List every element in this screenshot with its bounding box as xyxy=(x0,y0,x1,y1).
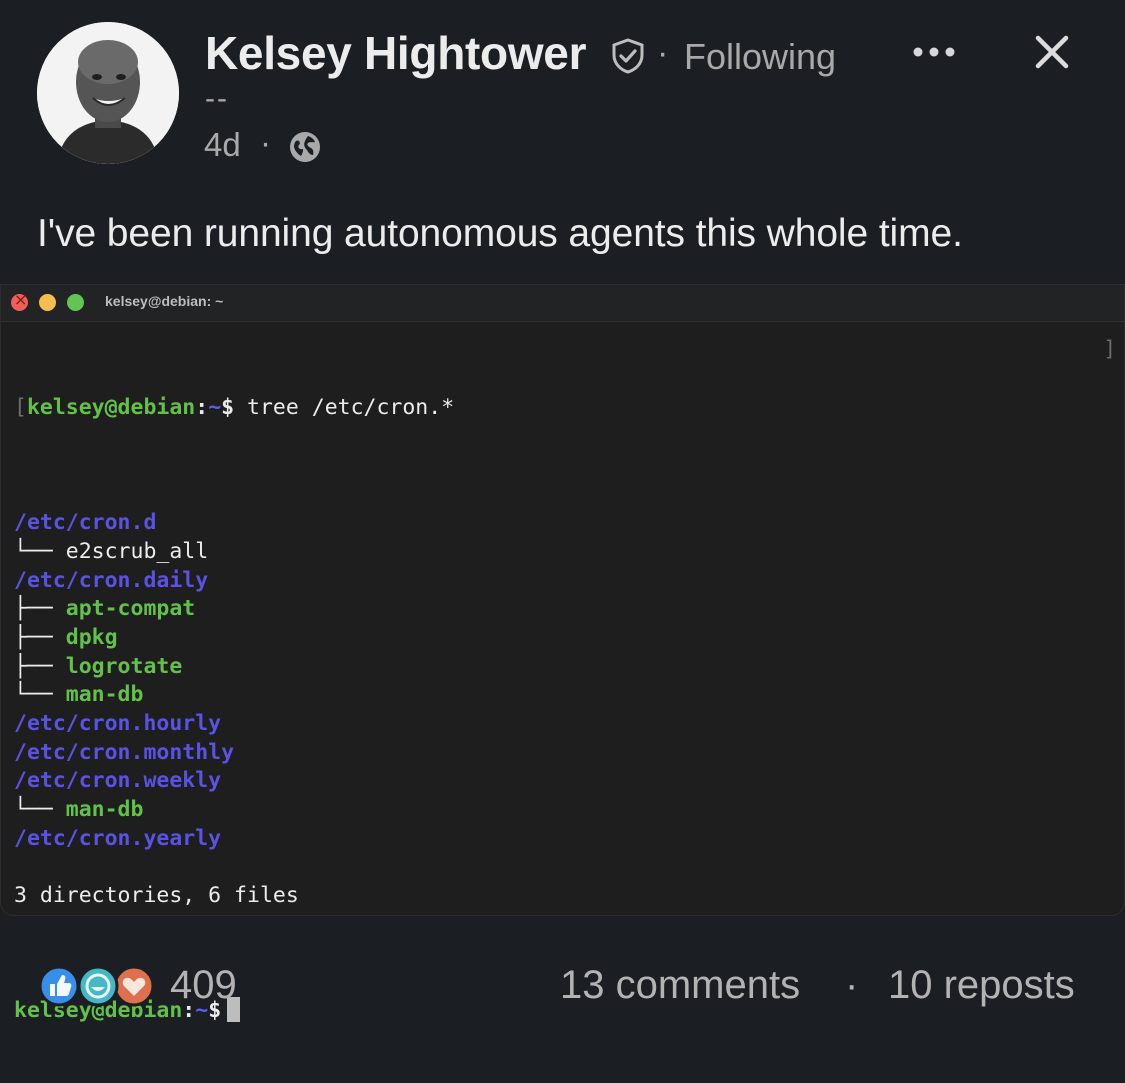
globe-icon xyxy=(290,132,320,162)
line-text: /etc/cron.yearly xyxy=(14,825,222,851)
file-line: ├── dpkg xyxy=(14,624,454,653)
command-line: [kelsey@debian:~$ tree /etc/cron.* xyxy=(14,394,454,423)
more-options-icon[interactable] xyxy=(912,46,956,58)
close-icon[interactable] xyxy=(1034,34,1070,70)
line-bracket-right: ] xyxy=(1103,337,1116,361)
line-text: apt-compat xyxy=(65,596,196,622)
directory-line: /etc/cron.d xyxy=(14,509,454,538)
directory-line: /etc/cron.monthly xyxy=(14,739,454,768)
post-header: Kelsey Hightower · Following -- 4d · xyxy=(0,0,1125,190)
terminal-titlebar: kelsey@debian: ~ xyxy=(1,285,1124,322)
avatar-photo xyxy=(37,22,179,164)
line-text: logrotate xyxy=(65,653,183,679)
post-timestamp: 4d xyxy=(204,126,241,163)
prompt-user: kelsey@debian xyxy=(26,395,196,421)
window-maximize-icon xyxy=(67,294,84,311)
line-text: /etc/cron.d xyxy=(14,510,157,536)
window-close-icon xyxy=(11,290,28,311)
terminal-title: kelsey@debian: ~ xyxy=(105,293,224,309)
funny-icon xyxy=(77,965,119,1007)
reposts-count[interactable]: 10 reposts xyxy=(888,963,1075,1008)
file-line: └── e2scrub_all xyxy=(14,538,454,567)
file-line: ├── apt-compat xyxy=(14,595,454,624)
tree-branch: └── xyxy=(14,682,66,708)
tree-branch: ├── xyxy=(14,653,66,679)
terminal-screenshot[interactable]: kelsey@debian: ~ [kelsey@debian:~$ tree … xyxy=(0,284,1125,1023)
timestamp-separator: · xyxy=(260,124,271,161)
prompt-symbol: $ xyxy=(221,395,235,421)
like-icon xyxy=(38,965,80,1007)
line-text: /etc/cron.monthly xyxy=(14,739,235,765)
prompt-path: ~ xyxy=(208,395,222,421)
line-text: 3 directories, 6 files xyxy=(14,883,299,909)
file-line: ├── logrotate xyxy=(14,653,454,682)
directory-line: /etc/cron.yearly xyxy=(14,825,454,854)
tree-branch: ├── xyxy=(14,596,66,622)
line-bracket: [ xyxy=(14,395,27,421)
post-text: I've been running autonomous agents this… xyxy=(37,212,963,255)
directory-line: /etc/cron.weekly xyxy=(14,767,454,796)
verified-shield-icon xyxy=(612,38,644,74)
follow-separator: · xyxy=(657,34,669,72)
line-text: /etc/cron.weekly xyxy=(14,768,222,794)
reaction-count[interactable]: 409 xyxy=(170,963,237,1008)
tree-branch: ├── xyxy=(14,624,66,650)
summary-line: 3 directories, 6 files xyxy=(14,882,454,911)
line-text: man-db xyxy=(65,682,144,708)
author-headline: -- xyxy=(205,82,229,115)
reaction-icons[interactable] xyxy=(38,965,158,1007)
author-name[interactable]: Kelsey Hightower xyxy=(205,26,587,80)
directory-line: /etc/cron.hourly xyxy=(14,710,454,739)
comments-count[interactable]: 13 comments xyxy=(560,963,800,1008)
line-text: dpkg xyxy=(65,624,118,650)
tree-branch: └── xyxy=(14,538,66,564)
window-minimize-icon xyxy=(39,294,56,311)
tree-branch: └── xyxy=(14,797,66,823)
line-text: /etc/cron.hourly xyxy=(14,711,222,737)
author-avatar[interactable] xyxy=(37,22,179,164)
prompt-separator: : xyxy=(195,395,209,421)
love-icon xyxy=(113,965,155,1007)
line-text: man-db xyxy=(65,797,144,823)
file-line: └── man-db xyxy=(14,796,454,825)
social-separator: · xyxy=(845,963,859,1007)
command-text: tree /etc/cron.* xyxy=(234,395,455,421)
line-text: /etc/cron.daily xyxy=(14,567,209,593)
directory-line: /etc/cron.daily xyxy=(14,567,454,596)
line-text: e2scrub_all xyxy=(65,538,209,564)
file-line: └── man-db xyxy=(14,681,454,710)
terminal-output-lines: /etc/cron.d └── e2scrub_all/etc/cron.dail… xyxy=(14,509,454,911)
follow-status[interactable]: Following xyxy=(684,36,836,78)
